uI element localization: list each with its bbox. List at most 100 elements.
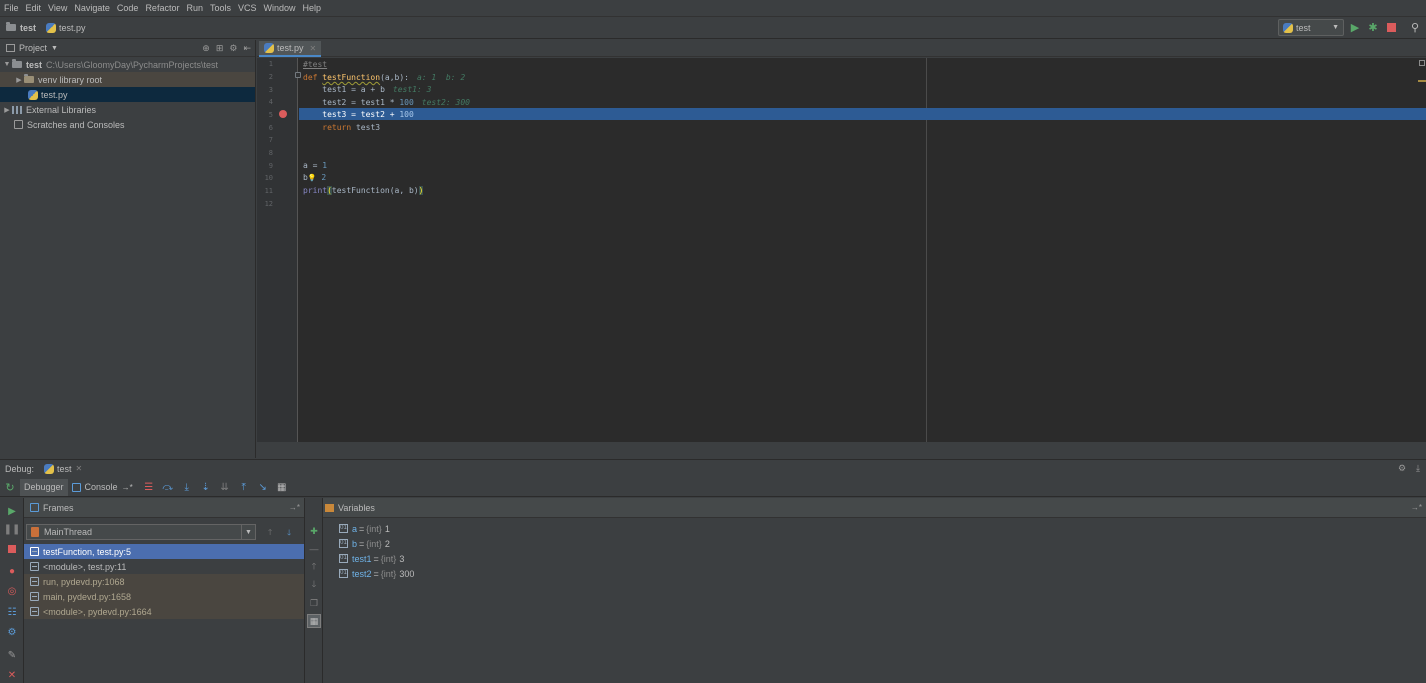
- menu-code[interactable]: Code: [117, 3, 139, 13]
- frame-row[interactable]: <module>, test.py:11: [24, 559, 304, 574]
- pause-icon[interactable]: ❚❚: [4, 522, 21, 536]
- warning-marker[interactable]: [1418, 80, 1426, 82]
- tree-item-venv[interactable]: ▶ venv library root: [0, 72, 255, 87]
- run-to-cursor-icon[interactable]: ↘: [256, 481, 270, 493]
- menu-file[interactable]: File: [4, 3, 19, 13]
- rerun-icon[interactable]: ↻: [0, 481, 20, 494]
- menu-tools[interactable]: Tools: [210, 3, 231, 13]
- tab-test-py[interactable]: test.py ✕: [259, 41, 321, 57]
- expanded-arrow-icon[interactable]: ▼: [2, 61, 12, 68]
- remove-watch-icon[interactable]: —: [307, 542, 321, 556]
- close-icon[interactable]: ✕: [310, 44, 317, 53]
- thread-select[interactable]: MainThread ▼: [26, 524, 256, 540]
- debug-session-tab[interactable]: test ✕: [44, 463, 83, 474]
- editor-bottom-area: [257, 442, 1426, 458]
- variable-row[interactable]: 01 test1 = {int} 3: [339, 551, 404, 566]
- evaluate-expression-icon[interactable]: ▦: [275, 481, 289, 493]
- move-down-icon[interactable]: 🡓: [307, 578, 321, 592]
- duplicate-icon[interactable]: ❐: [307, 596, 321, 610]
- menu-run[interactable]: Run: [186, 3, 203, 13]
- frame-row[interactable]: <module>, pydevd.py:1664: [24, 604, 304, 619]
- new-watch-icon[interactable]: ✚: [307, 524, 321, 538]
- stop-icon[interactable]: [5, 542, 19, 556]
- variable-row[interactable]: 01 test2 = {int} 300: [339, 566, 414, 581]
- run-button[interactable]: ▶: [1348, 20, 1362, 34]
- inspection-icon[interactable]: [1419, 60, 1425, 66]
- close-icon[interactable]: ✕: [76, 464, 83, 473]
- line-number: 3: [268, 86, 273, 94]
- variables-panel: Variables →* 01 a = {int} 1 01 b = {int}…: [323, 498, 1426, 683]
- variable-value: 1: [384, 523, 390, 534]
- variable-row[interactable]: 01 b = {int} 2: [339, 536, 390, 551]
- step-into-icon[interactable]: ⤓: [180, 481, 194, 493]
- chevron-down-icon[interactable]: ▼: [51, 45, 58, 52]
- console-icon: [71, 482, 81, 492]
- project-panel-title[interactable]: Project: [19, 43, 47, 53]
- editor-gutter[interactable]: 1 2 3 4 5 6 7 8 9 10 11 12: [257, 58, 301, 442]
- stop-button[interactable]: [1384, 20, 1398, 34]
- pin-icon[interactable]: ✎: [5, 648, 19, 662]
- collapsed-arrow-icon[interactable]: ▶: [2, 106, 12, 114]
- step-out-icon[interactable]: ⤒: [237, 481, 251, 493]
- step-over-icon[interactable]: ⤼: [161, 481, 175, 493]
- resume-icon[interactable]: ▶: [5, 504, 19, 518]
- menu-help[interactable]: Help: [303, 3, 322, 13]
- frame-icon: [30, 607, 39, 616]
- frame-row[interactable]: testFunction, test.py:5: [24, 544, 304, 559]
- show-watches-icon[interactable]: ▦: [307, 614, 321, 628]
- view-breakpoints-icon[interactable]: ●: [5, 564, 19, 578]
- previous-frame-icon[interactable]: 🡑: [268, 527, 272, 541]
- settings-icon[interactable]: ⚙: [5, 625, 19, 639]
- force-step-into-icon[interactable]: ⇊: [218, 481, 232, 493]
- next-frame-icon[interactable]: 🡓: [287, 527, 291, 541]
- fold-icon[interactable]: [295, 72, 301, 78]
- collapse-icon[interactable]: ⊞: [216, 43, 224, 54]
- threads-icon[interactable]: ☷: [5, 605, 19, 619]
- step-into-my-code-icon[interactable]: ⇣: [199, 481, 213, 493]
- mute-breakpoints-icon[interactable]: ◎: [5, 584, 19, 598]
- frame-row[interactable]: run, pydevd.py:1068: [24, 574, 304, 589]
- tab-console[interactable]: Console →*: [68, 479, 137, 496]
- error-stripe[interactable]: [1418, 58, 1426, 442]
- move-up-icon[interactable]: 🡑: [307, 560, 321, 574]
- variable-row[interactable]: 01 a = {int} 1: [339, 521, 390, 536]
- variables-icon: [325, 503, 334, 512]
- pin-icon[interactable]: →*: [289, 503, 300, 512]
- frame-row[interactable]: main, pydevd.py:1658: [24, 589, 304, 604]
- chevron-down-icon[interactable]: ▼: [241, 525, 255, 539]
- pin-icon[interactable]: →*: [122, 483, 133, 492]
- locate-icon[interactable]: ⊕: [202, 43, 210, 54]
- menu-edit[interactable]: Edit: [26, 3, 42, 13]
- hide-icon[interactable]: ⇤: [243, 43, 251, 54]
- gear-icon[interactable]: ⚙: [229, 43, 237, 54]
- tree-item-scratches[interactable]: Scratches and Consoles: [0, 117, 255, 132]
- menu-window[interactable]: Window: [264, 3, 296, 13]
- gear-icon[interactable]: ⚙: [1398, 463, 1406, 474]
- menu-vcs[interactable]: VCS: [238, 3, 257, 13]
- code-editor[interactable]: 1 2 3 4 5 6 7 8 9 10 11 12 #test def tes…: [257, 58, 1426, 442]
- breadcrumb-project[interactable]: test: [6, 22, 36, 33]
- search-everywhere-button[interactable]: ⚲: [1408, 20, 1422, 34]
- show-execution-point-icon[interactable]: ☰: [142, 481, 156, 493]
- variables-header: Variables →*: [323, 498, 1426, 518]
- debug-button[interactable]: ✱: [1366, 20, 1380, 34]
- lightbulb-icon[interactable]: 💡: [308, 174, 317, 182]
- hide-icon[interactable]: ⤓: [1416, 463, 1420, 474]
- folder-icon: [12, 59, 22, 68]
- breakpoint-icon[interactable]: [279, 110, 287, 118]
- pin-icon[interactable]: →*: [1411, 503, 1422, 512]
- tree-item-root[interactable]: ▼ test C:\Users\GloomyDay\PycharmProject…: [0, 57, 255, 72]
- tree-item-external-libraries[interactable]: ▶ External Libraries: [0, 102, 255, 117]
- menu-navigate[interactable]: Navigate: [74, 3, 110, 13]
- tab-debugger[interactable]: Debugger: [20, 478, 68, 496]
- menu-refactor[interactable]: Refactor: [145, 3, 179, 13]
- function-name: testFunction: [322, 73, 381, 82]
- number-literal: 1: [322, 161, 328, 170]
- breadcrumb-file[interactable]: test.py: [46, 22, 86, 33]
- tree-item-test-py[interactable]: test.py: [0, 87, 255, 102]
- collapsed-arrow-icon[interactable]: ▶: [14, 76, 24, 84]
- line-number: 12: [264, 200, 273, 208]
- run-configuration-select[interactable]: test ▼: [1278, 19, 1344, 36]
- menu-view[interactable]: View: [48, 3, 67, 13]
- close-icon[interactable]: ✕: [5, 668, 19, 682]
